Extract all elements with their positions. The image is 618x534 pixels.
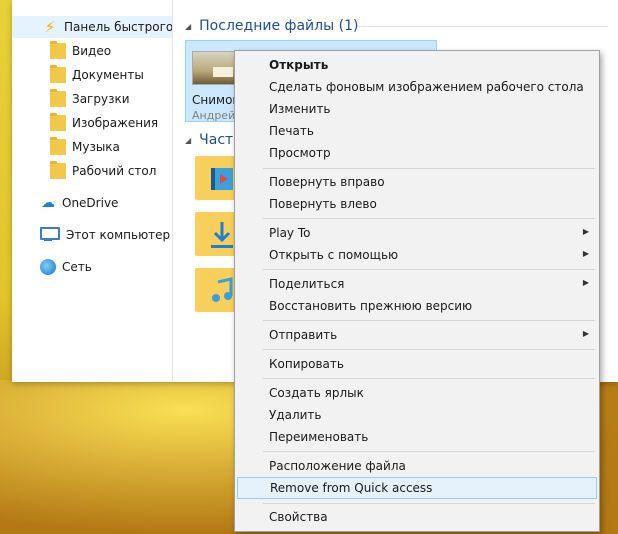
desktop-folder-icon xyxy=(50,161,66,179)
menu-separator xyxy=(263,320,595,321)
menu-item-play-to[interactable]: Play To ▶ xyxy=(237,222,597,244)
menu-item-delete[interactable]: Удалить xyxy=(237,404,597,426)
submenu-arrow-icon: ▶ xyxy=(582,227,589,236)
nav-item-onedrive[interactable]: ☁ OneDrive xyxy=(12,192,172,214)
nav-item-label: OneDrive xyxy=(62,196,119,210)
frequent-folder-video[interactable] xyxy=(195,156,239,200)
menu-item-label: Сделать фоновым изображением рабочего ст… xyxy=(269,80,584,94)
menu-item-label: Отправить xyxy=(269,328,338,342)
menu-item-properties[interactable]: Свойства xyxy=(237,506,597,528)
nav-item-label: Панель быстрого доступа xyxy=(64,20,173,34)
menu-item-label: Изменить xyxy=(269,102,331,116)
menu-item-rotate-left[interactable]: Повернуть влево xyxy=(237,193,597,215)
nav-item-label: Загрузки xyxy=(72,92,130,106)
music-note-icon xyxy=(212,277,233,302)
nav-item-network[interactable]: Сеть xyxy=(12,256,172,278)
menu-item-label: Печать xyxy=(269,124,314,138)
submenu-arrow-icon: ▶ xyxy=(582,278,589,287)
menu-item-create-shortcut[interactable]: Создать ярлык xyxy=(237,382,597,404)
menu-separator xyxy=(263,378,595,379)
menu-item-label: Свойства xyxy=(269,510,328,524)
recent-files-header[interactable]: ◢ Последние файлы (1) xyxy=(185,16,358,36)
nav-item-quick-access[interactable]: ⚡ Панель быстрого доступа xyxy=(12,16,173,38)
menu-item-label: Remove from Quick access xyxy=(270,481,433,495)
frequent-folder-music[interactable] xyxy=(195,268,239,312)
menu-item-label: Просмотр xyxy=(269,146,331,160)
menu-item-restore-previous-version[interactable]: Восстановить прежнюю версию xyxy=(237,295,597,317)
collapse-caret-icon[interactable]: ◢ xyxy=(185,22,191,31)
nav-item-label: Музыка xyxy=(72,140,120,154)
film-icon xyxy=(211,168,233,190)
nav-item-music[interactable]: Музыка 📌 xyxy=(12,136,172,158)
music-folder-icon xyxy=(50,137,66,155)
nav-item-label: Видео xyxy=(72,44,112,58)
section-divider xyxy=(358,26,608,27)
menu-separator xyxy=(263,349,595,350)
menu-item-open-with[interactable]: Открыть с помощью ▶ xyxy=(237,244,597,266)
documents-folder-icon xyxy=(50,65,66,83)
menu-item-label: Создать ярлык xyxy=(269,386,364,400)
recent-file-name: Снимок xyxy=(192,93,240,107)
nav-item-label: Сеть xyxy=(62,260,92,274)
menu-separator xyxy=(263,168,595,169)
menu-item-send-to[interactable]: Отправить ▶ xyxy=(237,324,597,346)
collapse-caret-icon[interactable]: ◢ xyxy=(185,136,191,145)
nav-item-label: Этот компьютер xyxy=(66,228,171,242)
menu-item-label: Повернуть влево xyxy=(269,197,377,211)
submenu-arrow-icon: ▶ xyxy=(582,249,589,258)
nav-item-label: Рабочий стол xyxy=(72,164,157,178)
navigation-pane: ⚡ Панель быстрого доступа Видео 📌 Докуме… xyxy=(12,0,173,382)
menu-item-set-as-wallpaper[interactable]: Сделать фоновым изображением рабочего ст… xyxy=(237,76,597,98)
onedrive-cloud-icon: ☁ xyxy=(41,195,55,211)
nav-item-label: Документы xyxy=(72,68,144,82)
nav-item-video[interactable]: Видео 📌 xyxy=(12,40,172,62)
menu-item-file-location[interactable]: Расположение файла xyxy=(237,455,597,477)
menu-item-open[interactable]: Открыть xyxy=(237,54,597,76)
menu-item-label: Восстановить прежнюю версию xyxy=(269,299,473,313)
menu-item-edit[interactable]: Изменить xyxy=(237,98,597,120)
network-globe-icon xyxy=(40,259,56,275)
frequent-folder-downloads[interactable] xyxy=(195,212,239,256)
menu-item-label: Открыть xyxy=(269,58,329,72)
nav-item-label: Изображения xyxy=(72,116,159,130)
menu-item-label: Расположение файла xyxy=(269,459,406,473)
downloads-folder-icon xyxy=(50,89,66,107)
video-folder-icon xyxy=(50,41,66,59)
menu-separator xyxy=(263,269,595,270)
nav-item-desktop[interactable]: Рабочий стол 📌 xyxy=(12,160,172,182)
menu-item-label: Повернуть вправо xyxy=(269,175,385,189)
menu-item-label: Переименовать xyxy=(269,430,369,444)
menu-item-label: Копировать xyxy=(269,357,344,371)
menu-item-label: Play To xyxy=(269,226,311,240)
nav-item-pictures[interactable]: Изображения 📌 xyxy=(12,112,172,134)
menu-separator xyxy=(263,218,595,219)
nav-item-this-pc[interactable]: Этот компьютер xyxy=(12,224,172,246)
menu-separator xyxy=(263,503,595,504)
recent-file-author: Андрей xyxy=(192,109,236,122)
download-arrow-icon xyxy=(211,222,233,248)
nav-item-documents[interactable]: Документы 📌 xyxy=(12,64,172,86)
menu-item-label: Поделиться xyxy=(269,277,345,291)
recent-files-title: Последние файлы (1) xyxy=(199,18,359,34)
context-menu: Открыть Сделать фоновым изображением раб… xyxy=(234,50,600,532)
menu-item-preview[interactable]: Просмотр xyxy=(237,142,597,164)
menu-item-copy[interactable]: Копировать xyxy=(237,353,597,375)
menu-item-label: Открыть с помощью xyxy=(269,248,399,262)
menu-item-label: Удалить xyxy=(269,408,322,422)
menu-separator xyxy=(263,451,595,452)
quick-access-bolt-icon: ⚡ xyxy=(44,18,56,36)
pictures-folder-icon xyxy=(50,113,66,131)
menu-item-share[interactable]: Поделиться ▶ xyxy=(237,273,597,295)
menu-item-remove-from-quick-access[interactable]: Remove from Quick access xyxy=(237,477,597,499)
this-pc-icon xyxy=(40,226,60,241)
menu-item-rename[interactable]: Переименовать xyxy=(237,426,597,448)
submenu-arrow-icon: ▶ xyxy=(582,329,589,338)
menu-item-rotate-right[interactable]: Повернуть вправо xyxy=(237,171,597,193)
menu-item-print[interactable]: Печать xyxy=(237,120,597,142)
nav-item-downloads[interactable]: Загрузки 📌 xyxy=(12,88,172,110)
